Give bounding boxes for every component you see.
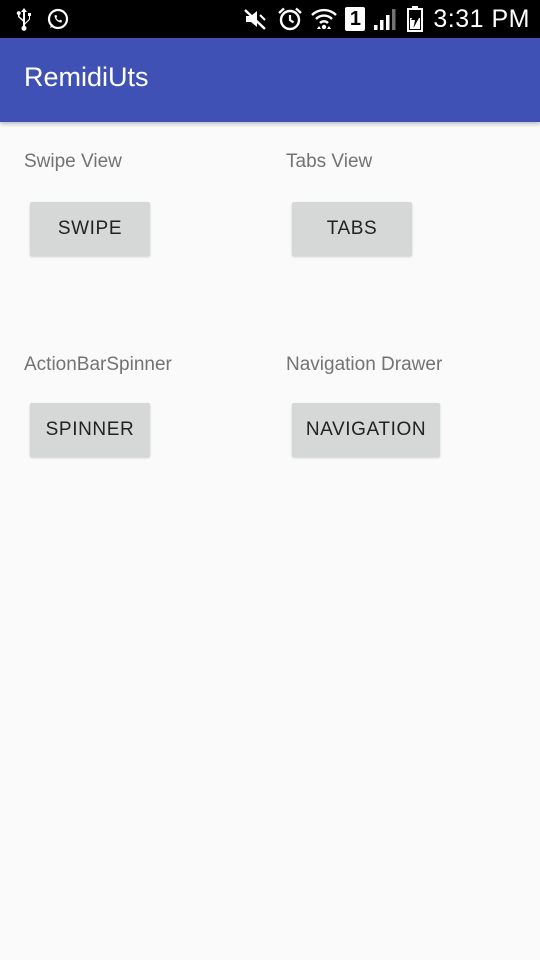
swipe-view-label: Swipe View bbox=[24, 151, 122, 172]
app-title: RemidiUts bbox=[24, 62, 149, 92]
tabs-button[interactable]: TABS bbox=[292, 202, 412, 256]
notification-icons bbox=[14, 6, 70, 32]
signal-icon bbox=[373, 7, 399, 31]
mute-icon bbox=[243, 7, 269, 31]
spinner-button[interactable]: SPINNER bbox=[30, 403, 150, 457]
sim-1-icon: 1 bbox=[345, 7, 366, 31]
action-bar-spinner-label: ActionBarSpinner bbox=[24, 354, 172, 375]
navigation-drawer-label: Navigation Drawer bbox=[286, 354, 443, 375]
app-bar: RemidiUts bbox=[0, 38, 540, 122]
whatsapp-icon bbox=[46, 7, 70, 31]
usb-icon bbox=[14, 7, 34, 31]
battery-charging-icon bbox=[407, 6, 424, 32]
sim-slot-number: 1 bbox=[349, 8, 361, 30]
navigation-button[interactable]: NAVIGATION bbox=[292, 403, 440, 457]
status-bar: 1 3:31 PM bbox=[0, 0, 540, 38]
system-icons: 1 3:31 PM bbox=[243, 4, 530, 34]
alarm-icon bbox=[277, 6, 303, 32]
swipe-button[interactable]: SWIPE bbox=[30, 202, 150, 256]
status-time: 3:31 PM bbox=[433, 4, 530, 33]
wifi-icon bbox=[311, 6, 338, 32]
tabs-view-label: Tabs View bbox=[286, 151, 373, 172]
